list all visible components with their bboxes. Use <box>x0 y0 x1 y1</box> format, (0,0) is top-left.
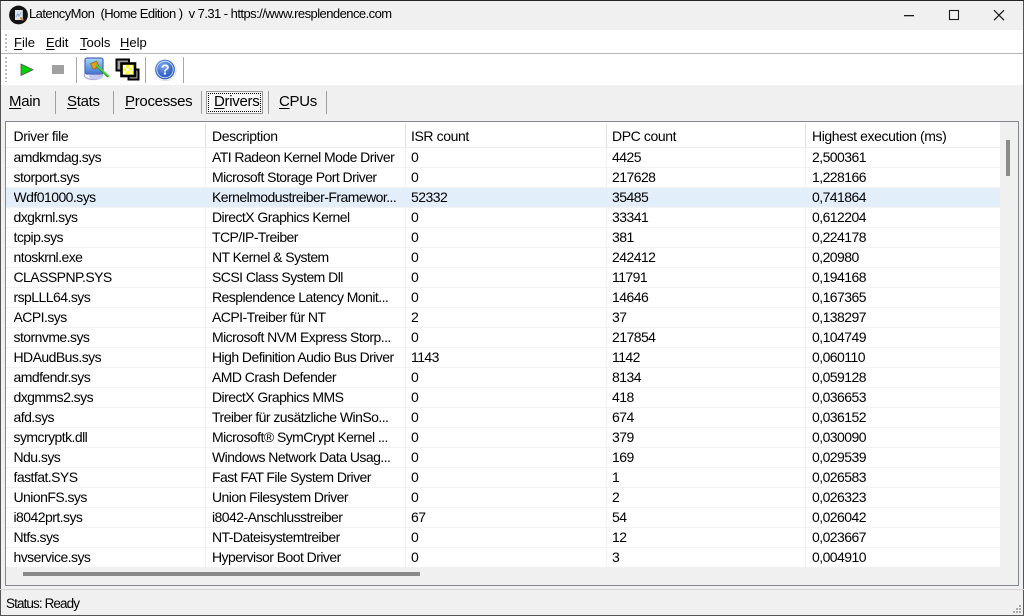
svg-text:?: ? <box>161 63 170 79</box>
